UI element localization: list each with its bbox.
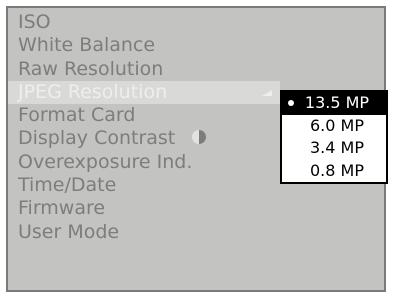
resolution-option-label: 6.0 MP bbox=[310, 115, 364, 135]
menu-item-label: Format Card bbox=[18, 104, 136, 127]
menu-item-user-mode[interactable]: User Mode bbox=[8, 221, 384, 244]
menu-item-white-balance[interactable]: White Balance bbox=[8, 34, 384, 57]
jpeg-resolution-submenu: 13.5 MP 6.0 MP 3.4 MP 0.8 MP bbox=[280, 90, 388, 184]
arrow-right-triangle-icon bbox=[262, 89, 272, 96]
menu-item-label: ISO bbox=[18, 11, 51, 33]
menu-item-label: JPEG Resolution bbox=[18, 80, 168, 103]
camera-menu-screen: ISO White Balance Raw Resolution JPEG Re… bbox=[0, 0, 400, 301]
menu-item-iso[interactable]: ISO bbox=[8, 11, 384, 34]
menu-item-label: Firmware bbox=[18, 197, 106, 220]
menu-item-label: Display Contrast bbox=[18, 127, 176, 150]
menu-item-label: Overexposure Ind. bbox=[18, 150, 193, 173]
menu-item-firmware[interactable]: Firmware bbox=[8, 197, 384, 220]
resolution-option-0-8-mp[interactable]: 0.8 MP bbox=[282, 160, 386, 183]
menu-item-label: User Mode bbox=[18, 220, 120, 243]
resolution-option-6-0-mp[interactable]: 6.0 MP bbox=[282, 115, 386, 138]
contrast-half-circle-icon bbox=[192, 130, 207, 145]
menu-item-label: Raw Resolution bbox=[18, 57, 164, 80]
menu-item-jpeg-resolution[interactable]: JPEG Resolution bbox=[8, 80, 280, 105]
bullet-dot-icon bbox=[288, 100, 294, 106]
resolution-option-label: 3.4 MP bbox=[310, 138, 364, 157]
resolution-option-label: 0.8 MP bbox=[310, 160, 364, 180]
menu-item-label: Time/Date bbox=[18, 174, 117, 197]
resolution-option-3-4-mp[interactable]: 3.4 MP bbox=[282, 137, 386, 160]
resolution-option-label: 13.5 MP bbox=[304, 93, 370, 112]
resolution-option-13-5-mp[interactable]: 13.5 MP bbox=[282, 92, 386, 115]
menu-item-label: White Balance bbox=[18, 34, 156, 57]
menu-item-raw-resolution[interactable]: Raw Resolution bbox=[8, 58, 384, 81]
